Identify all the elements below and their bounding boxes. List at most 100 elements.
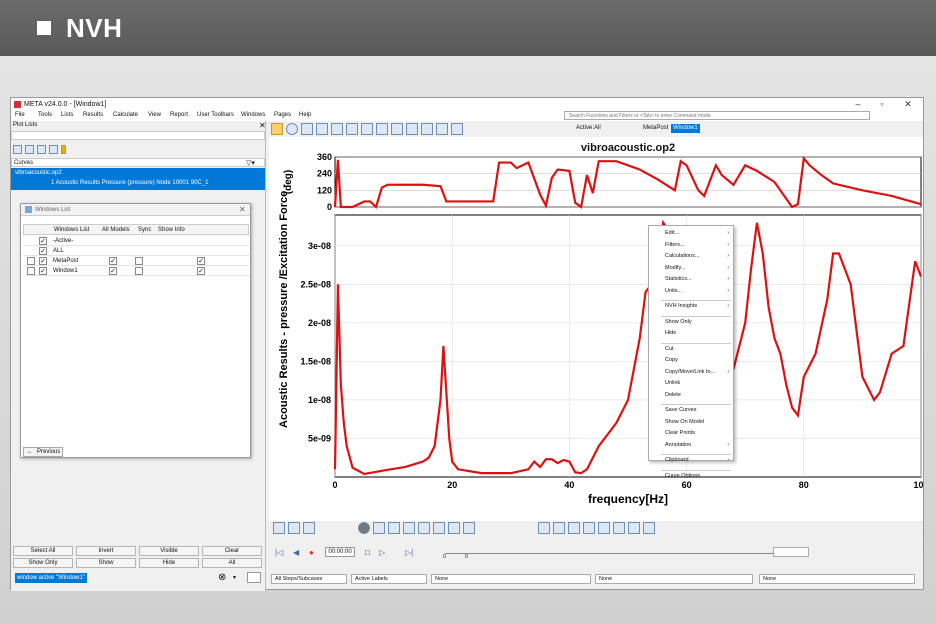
curve-action-button[interactable]: All [202,558,262,568]
bookmark-icon[interactable] [448,522,460,534]
target-icon[interactable] [391,123,403,135]
time-field[interactable]: 00:00:00 [325,547,355,557]
context-menu-item[interactable]: Filters... [665,242,685,248]
filter-3-dropdown[interactable]: None [759,574,915,584]
ie-icon[interactable] [376,123,388,135]
context-menu-item[interactable]: Delete [665,392,681,398]
row-option-checkbox[interactable]: ✓ [109,257,117,265]
menu-item[interactable]: Tools [38,112,52,118]
grid-icon[interactable] [433,522,445,534]
table-icon[interactable] [568,522,580,534]
context-menu-item[interactable]: Modify... [665,265,685,271]
curve-action-button[interactable]: Show [76,558,136,568]
context-menu-item[interactable]: Annotation [665,442,691,448]
layout-icon[interactable] [301,123,313,135]
filter-icon[interactable]: ▽▾ [246,159,255,167]
menu-item[interactable]: Help [299,112,311,118]
curve-tree[interactable]: vibroacoustic.op2 1 Acoustic Results Pre… [11,168,265,190]
context-menu-item[interactable]: Show On Model [665,419,704,425]
panel-close-icon[interactable]: ✕ [259,121,266,130]
context-menu-item[interactable]: Calculations... [665,253,700,259]
image-view-icon[interactable] [49,145,58,154]
windows-list-column-header[interactable]: Show Info [158,227,185,233]
last-frame-icon[interactable]: ▷| [405,548,413,557]
prev-frame-icon[interactable]: ◀ [293,548,299,557]
tree-root[interactable]: vibroacoustic.op2 [15,170,62,176]
menu-item[interactable]: Calculate [113,112,138,118]
camera-icon[interactable] [271,123,283,135]
context-menu-item[interactable]: Curve Options [665,473,700,479]
timeline-slider[interactable] [445,553,805,554]
report-icon[interactable] [553,522,565,534]
grid-view-icon[interactable] [25,145,34,154]
search-input[interactable]: Search Functions and Filters or <Tab> to… [564,111,870,120]
no-entry-icon[interactable] [358,522,370,534]
window-tag[interactable]: Window1 [671,124,700,133]
row-option-checkbox[interactable]: ✓ [109,267,117,275]
ent-pid-icon[interactable] [273,522,285,534]
context-menu-item[interactable]: NVH Insights [665,303,697,309]
menu-item[interactable]: Lists [61,112,73,118]
frame-dropdown[interactable] [773,547,809,557]
window-icon[interactable] [538,522,550,534]
menu-item[interactable]: Pages [274,112,291,118]
row-select-checkbox[interactable] [27,257,35,265]
row-checkbox[interactable]: ✓ [39,237,47,245]
tree-child[interactable]: 1 Acoustic Results Pressure (pressure) N… [51,180,208,186]
row-option-checkbox[interactable] [135,257,143,265]
windows-list-column-header[interactable]: Sync [138,227,151,233]
menu-item[interactable]: View [148,112,161,118]
context-menu-item[interactable]: Clipboard [665,457,689,463]
filter-1-dropdown[interactable]: None [431,574,591,584]
filter-2-dropdown[interactable]: None [595,574,753,584]
labels-dropdown[interactable]: Active Labels [351,574,427,584]
me-icon[interactable] [346,123,358,135]
angle-icon[interactable] [288,522,300,534]
cube-icon[interactable] [643,522,655,534]
windows-list-row[interactable]: ✓ -Active- [23,236,249,246]
row-checkbox[interactable]: ✓ [39,257,47,265]
steps-dropdown[interactable]: All Steps/Subcases [271,574,347,584]
se-icon[interactable] [361,123,373,135]
record-icon[interactable]: ● [309,548,314,557]
stop-icon[interactable]: □ [365,548,370,557]
minimize-button[interactable]: – [847,98,869,111]
plot-svg[interactable]: vibroacoustic.op23602401200(deg)5e-091e-… [269,137,929,521]
plot-list-scroll[interactable] [11,131,265,140]
first-frame-icon[interactable]: |◁ [275,548,283,557]
circle-icon[interactable] [286,123,298,135]
row-checkbox[interactable]: ✓ [39,267,47,275]
context-menu-item[interactable]: Units... [665,288,682,294]
layers-icon[interactable] [451,123,463,135]
row-option-checkbox[interactable]: ✓ [197,257,205,265]
curve-action-button[interactable]: Invert [76,546,136,556]
plot-area[interactable]: vibroacoustic.op2 360 240 120 0 (deg) 5e-09 1e-… [269,137,929,521]
windows-list-close-icon[interactable]: ✕ [239,205,246,214]
curve-action-button[interactable]: Clear [202,546,262,556]
curve-action-button[interactable]: Select All [13,546,73,556]
color-bar-icon[interactable] [61,145,66,154]
menu-item[interactable]: Report [170,112,188,118]
windows-list-row[interactable]: ✓ ALL [23,246,249,256]
context-menu-item[interactable]: Copy [665,357,678,363]
windows-list-row[interactable]: ✓ Window1 ✓ ✓ [23,266,249,276]
list-view-icon[interactable] [13,145,22,154]
zoom-icon[interactable] [436,123,448,135]
row-option-checkbox[interactable] [135,267,143,275]
context-menu-item[interactable]: Show Only [665,319,692,325]
context-menu-item[interactable]: Unlink [665,380,680,386]
menu-item[interactable]: Windows [241,112,265,118]
context-menu-item[interactable]: Hide [665,330,676,336]
command-line[interactable]: window active "Window1" [15,573,87,583]
database-icon[interactable] [316,123,328,135]
minus-icon[interactable] [388,522,400,534]
plus-icon[interactable] [373,522,385,534]
previous-button[interactable]: ← Previous [23,447,63,457]
active-filter[interactable]: Active:All [576,125,601,131]
pe-icon[interactable] [331,123,343,135]
zoom-box-icon[interactable] [421,123,433,135]
command-box[interactable] [247,572,261,583]
curve-action-button[interactable]: Show Only [13,558,73,568]
menu-item[interactable]: File [15,112,25,118]
maximize-button[interactable]: ▫ [871,98,893,111]
